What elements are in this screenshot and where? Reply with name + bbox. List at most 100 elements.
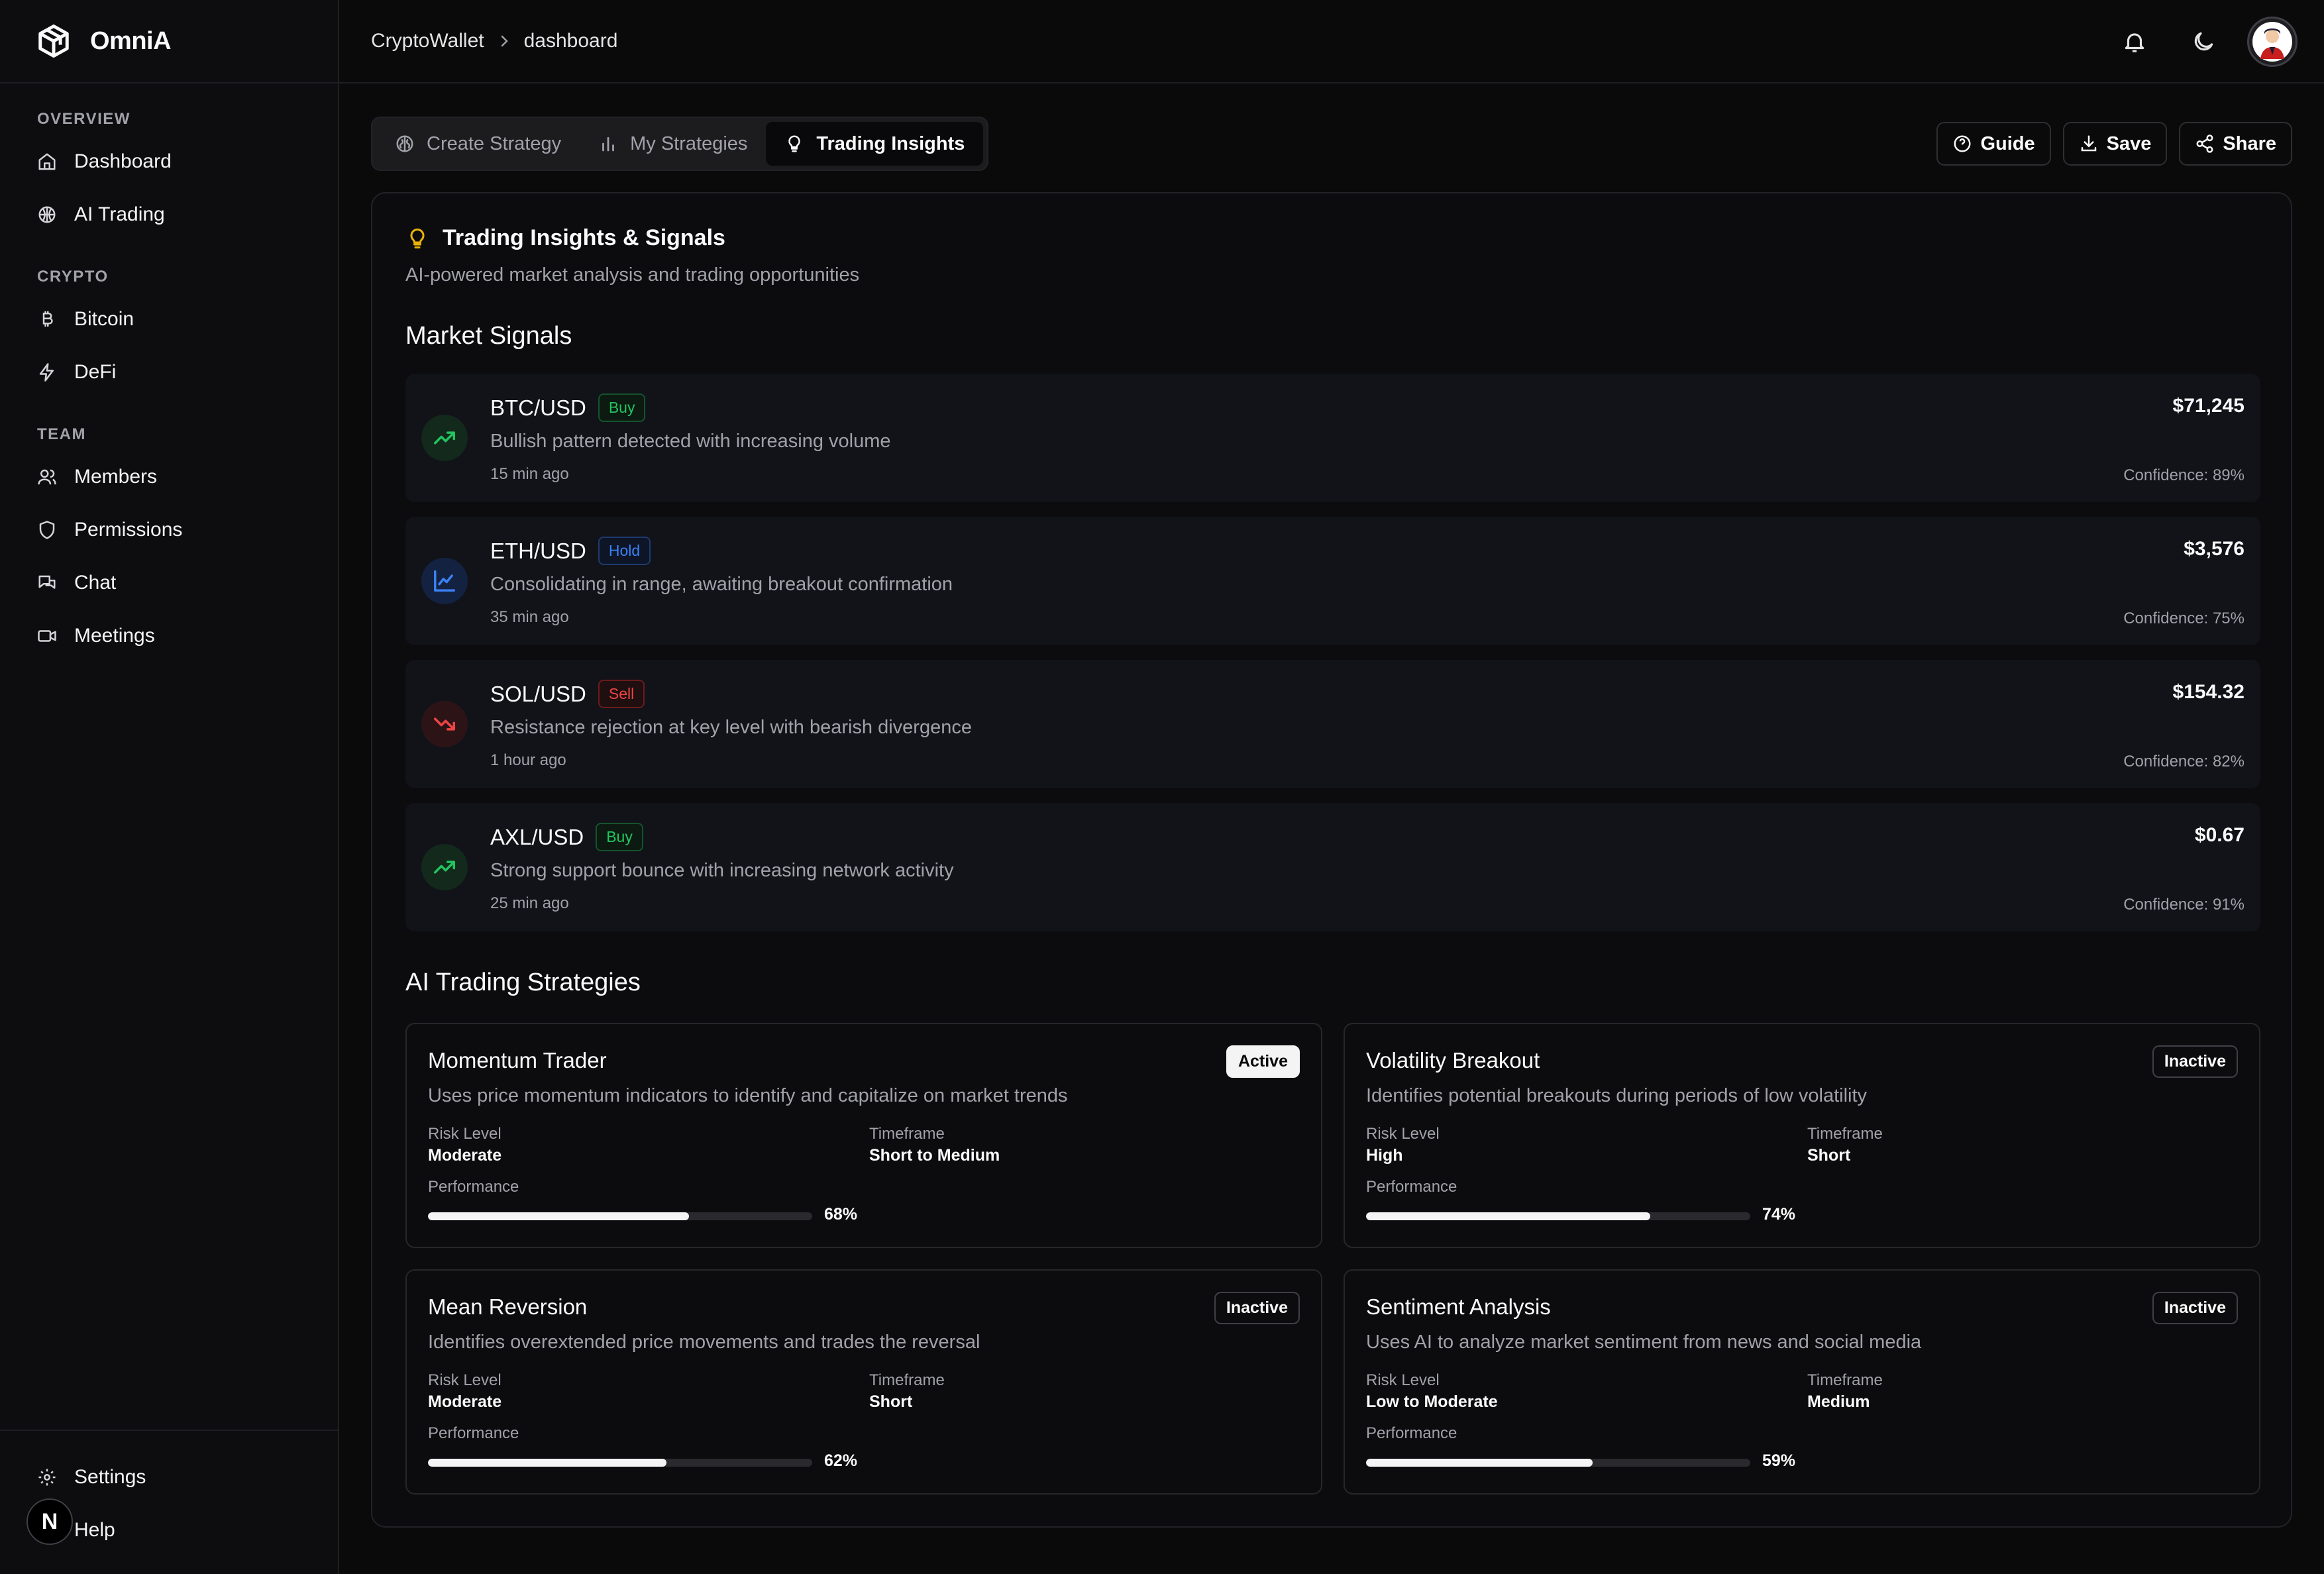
signal-row[interactable]: AXL/USD Buy Strong support bounce with i…	[405, 803, 2260, 931]
sidebar-item-label: Meetings	[74, 625, 155, 647]
strategy-card[interactable]: Volatility Breakout Inactive Identifies …	[1344, 1023, 2260, 1248]
strategy-card[interactable]: Sentiment Analysis Inactive Uses AI to a…	[1344, 1269, 2260, 1495]
download-icon	[2081, 135, 2096, 152]
timeframe-label: Timeframe	[1807, 1371, 1883, 1389]
strategy-name: Volatility Breakout	[1366, 1048, 1540, 1073]
panel-header: Trading Insights & Signals AI-powered ma…	[405, 225, 859, 286]
strategy-card[interactable]: Momentum Trader Active Uses price moment…	[405, 1023, 1322, 1248]
sidebar-item-defi[interactable]: DeFi	[0, 346, 338, 399]
sidebar-item-dashboard[interactable]: Dashboard	[0, 135, 338, 188]
trending-up-icon	[434, 861, 455, 874]
insights-panel: Trading Insights & Signals AI-powered ma…	[371, 192, 2292, 1528]
bar-chart-icon	[602, 136, 614, 152]
signal-row[interactable]: SOL/USD Sell Resistance rejection at key…	[405, 660, 2260, 788]
breadcrumb-root[interactable]: CryptoWallet	[371, 30, 484, 52]
strategy-card[interactable]: Mean Reversion Inactive Identifies overe…	[405, 1269, 1322, 1495]
nav-section-title: CRYPTO	[37, 268, 109, 286]
tab-create-strategy[interactable]: Create Strategy	[376, 122, 580, 166]
strategy-description: Identifies potential breakouts during pe…	[1366, 1085, 1868, 1106]
strategy-name: Sentiment Analysis	[1366, 1294, 1551, 1319]
tab-label: My Strategies	[630, 132, 748, 154]
signal-confidence: Confidence: 82%	[2123, 753, 2245, 770]
signal-pair: AXL/USD	[490, 824, 584, 849]
signal-confidence: Confidence: 89%	[2123, 466, 2245, 484]
status-badge: Inactive	[2152, 1292, 2238, 1324]
performance-value: 62%	[824, 1451, 858, 1470]
nav-section-title: TEAM	[37, 425, 86, 443]
save-label: Save	[2106, 132, 2152, 154]
sidebar-item-members[interactable]: Members	[0, 450, 338, 503]
users-icon	[38, 469, 56, 485]
panel-title-text: Trading Insights & Signals	[443, 225, 725, 250]
breadcrumb-current: dashboard	[523, 30, 618, 52]
dev-badge[interactable]: N	[26, 1498, 73, 1545]
moon-icon	[2194, 32, 2213, 51]
sidebar: OmniA OVERVIEW Dashboard AI Trading CRYP…	[0, 0, 339, 1574]
sidebar-item-label: AI Trading	[74, 203, 165, 225]
risk-label: Risk Level	[428, 1125, 502, 1143]
shield-icon	[39, 521, 55, 539]
sidebar-item-meetings[interactable]: Meetings	[0, 609, 338, 662]
bell-icon	[2125, 33, 2144, 52]
brand[interactable]: OmniA	[0, 0, 338, 83]
signal-header: AXL/USD Buy	[490, 823, 643, 851]
save-button[interactable]: Save	[2062, 122, 2168, 166]
signal-row[interactable]: ETH/USD Hold Consolidating in range, awa…	[405, 517, 2260, 645]
performance-value: 68%	[824, 1205, 858, 1224]
sidebar-bottom: Settings Help N	[0, 1430, 338, 1574]
performance-bar	[428, 1459, 812, 1467]
lightbulb-icon	[788, 135, 801, 152]
sidebar-item-bitcoin[interactable]: Bitcoin	[0, 293, 338, 346]
strategy-name: Momentum Trader	[428, 1048, 607, 1073]
theme-toggle-button[interactable]	[2178, 17, 2229, 67]
risk-label: Risk Level	[1366, 1371, 1440, 1389]
line-chart-icon	[434, 570, 455, 592]
signal-description: Resistance rejection at key level with b…	[490, 717, 972, 738]
top-header: CryptoWallet dashboard	[339, 0, 2324, 83]
performance-label: Performance	[1366, 1424, 1457, 1442]
guide-label: Guide	[1980, 132, 2035, 154]
risk-value: Low to Moderate	[1366, 1392, 1498, 1411]
nav-section-crypto: CRYPTO Bitcoin DeFi	[0, 241, 338, 399]
timeframe-label: Timeframe	[1807, 1125, 1883, 1143]
guide-button[interactable]: Guide	[1936, 122, 2051, 166]
signal-confidence: Confidence: 91%	[2123, 896, 2245, 914]
signal-description: Bullish pattern detected with increasing…	[490, 431, 891, 452]
timeframe-value: Medium	[1807, 1392, 1870, 1411]
signal-pair: ETH/USD	[490, 538, 586, 563]
risk-value: Moderate	[428, 1146, 502, 1165]
timeframe-label: Timeframe	[869, 1371, 945, 1389]
zap-icon	[39, 363, 54, 382]
status-badge: Inactive	[2152, 1045, 2238, 1078]
sidebar-item-ai-trading[interactable]: AI Trading	[0, 188, 338, 241]
signal-time: 25 min ago	[490, 894, 569, 912]
signal-time: 1 hour ago	[490, 751, 566, 769]
lightbulb-icon	[410, 228, 425, 248]
tab-bar: Create Strategy My Strategies Trading In…	[371, 117, 989, 171]
timeframe-value: Short to Medium	[869, 1146, 1000, 1165]
avatar[interactable]	[2247, 17, 2298, 67]
signal-row[interactable]: BTC/USD Buy Bullish pattern detected wit…	[405, 374, 2260, 502]
risk-value: Moderate	[428, 1392, 502, 1411]
risk-label: Risk Level	[1366, 1125, 1440, 1143]
performance-bar-fill	[1366, 1212, 1651, 1220]
header-actions	[2091, 17, 2298, 67]
chat-icon	[38, 575, 56, 589]
sidebar-item-permissions[interactable]: Permissions	[0, 503, 338, 556]
trending-down-icon	[434, 717, 455, 731]
share-icon	[2196, 134, 2213, 153]
sidebar-item-label: Permissions	[74, 519, 183, 541]
performance-label: Performance	[428, 1178, 519, 1196]
panel-title: Trading Insights & Signals	[405, 225, 859, 251]
tab-trading-insights[interactable]: Trading Insights	[766, 122, 984, 166]
strategies-title: AI Trading Strategies	[405, 969, 641, 996]
timeframe-value: Short	[1807, 1146, 1851, 1165]
signal-icon	[421, 415, 468, 461]
tab-my-strategies[interactable]: My Strategies	[580, 122, 766, 166]
sidebar-item-settings[interactable]: Settings	[0, 1451, 338, 1504]
sidebar-item-chat[interactable]: Chat	[0, 556, 338, 609]
tab-label: Create Strategy	[427, 132, 562, 154]
share-button[interactable]: Share	[2179, 122, 2292, 166]
chevron-right-icon	[501, 35, 508, 47]
notifications-button[interactable]	[2109, 17, 2160, 67]
